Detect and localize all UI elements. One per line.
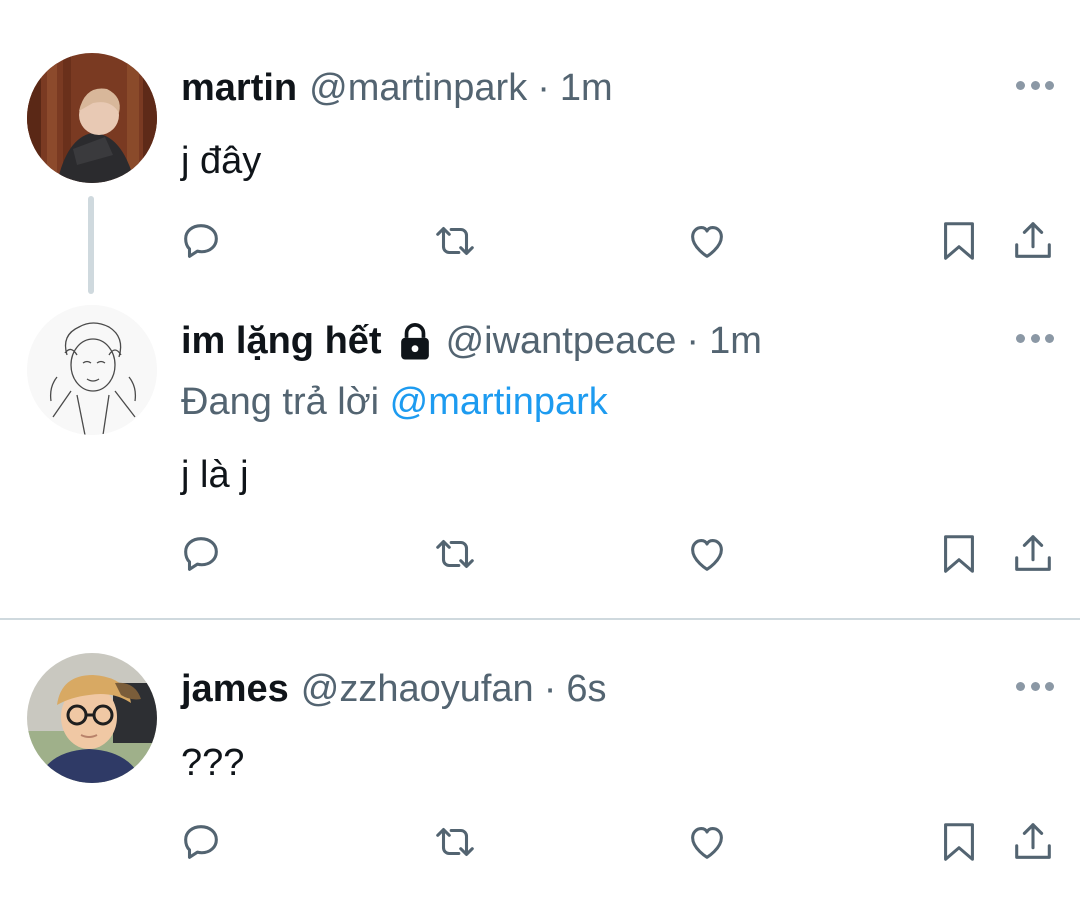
divider [0,618,1080,620]
share-icon[interactable] [1010,531,1056,577]
reply-icon[interactable] [178,531,224,577]
thread-line [88,196,94,294]
avatar-image [27,305,157,435]
retweet-icon[interactable] [432,218,478,264]
tweet-header: im lặng hết @iwantpeace · 1m [181,319,762,363]
avatar[interactable] [27,653,157,783]
timestamp[interactable]: 6s [566,667,606,711]
display-name[interactable]: martin [181,66,297,110]
user-handle[interactable]: @martinpark [309,66,527,110]
tweet-header: james @zzhaoyufan · 6s [181,667,606,711]
retweet-icon[interactable] [432,819,478,865]
bookmark-icon[interactable] [936,819,982,865]
tweet-header: martin @martinpark · 1m [181,66,613,110]
more-options-icon[interactable] [1016,78,1054,92]
separator-dot: · [686,320,700,362]
share-icon[interactable] [1010,819,1056,865]
avatar[interactable] [27,53,157,183]
user-handle[interactable]: @zzhaoyufan [301,667,534,711]
user-handle[interactable]: @iwantpeace [446,319,677,363]
bookmark-icon[interactable] [936,218,982,264]
display-name[interactable]: james [181,667,289,711]
reply-context: Đang trả lời @martinpark [181,380,608,424]
timestamp[interactable]: 1m [560,66,613,110]
more-options-icon[interactable] [1016,679,1054,693]
bookmark-icon[interactable] [936,531,982,577]
like-icon[interactable] [684,531,730,577]
tweet-thread: martin @martinpark · 1m j đây im lặng hế… [0,0,1080,905]
retweet-icon[interactable] [432,531,478,577]
share-icon[interactable] [1010,218,1056,264]
like-icon[interactable] [684,819,730,865]
reply-mention-link[interactable]: @martinpark [390,381,608,423]
lock-icon [400,323,429,360]
display-name[interactable]: im lặng hết [181,319,382,363]
reply-icon[interactable] [178,819,224,865]
like-icon[interactable] [684,218,730,264]
timestamp[interactable]: 1m [709,319,762,363]
avatar-image [27,53,157,183]
more-options-icon[interactable] [1016,331,1054,345]
separator-dot: · [543,668,557,710]
reply-prefix: Đang trả lời [181,381,380,423]
tweet-text: j là j [181,454,249,496]
avatar-image [27,653,157,783]
tweet-text: j đây [181,140,262,182]
reply-icon[interactable] [178,218,224,264]
avatar[interactable] [27,305,157,435]
tweet-text: ??? [181,742,245,784]
separator-dot: · [537,67,550,109]
